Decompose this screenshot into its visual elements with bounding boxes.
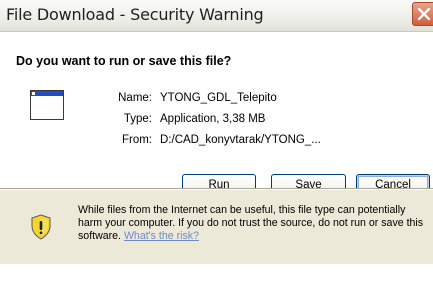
warning-message: While files from the Internet can be use… [78,204,428,243]
name-value: YTONG_GDL_Telepito [160,92,277,104]
name-label: Name: [118,92,152,104]
close-button[interactable] [412,2,433,26]
whats-the-risk-link[interactable]: What's the risk? [124,230,199,242]
window-title: File Download - Security Warning [6,5,264,24]
type-label: Type: [123,113,152,125]
warning-shield-icon [31,214,51,240]
dialog-question: Do you want to run or save this file? [16,54,232,68]
from-label: From: [121,134,152,146]
warning-panel: While files from the Internet can be use… [0,190,433,264]
type-value: Application, 3,38 MB [160,113,266,125]
from-value: D:/CAD_konyvtarak/YTONG_... [160,134,321,146]
application-file-icon [30,90,64,120]
close-icon [417,7,431,21]
title-bar[interactable]: File Download - Security Warning [0,0,433,32]
